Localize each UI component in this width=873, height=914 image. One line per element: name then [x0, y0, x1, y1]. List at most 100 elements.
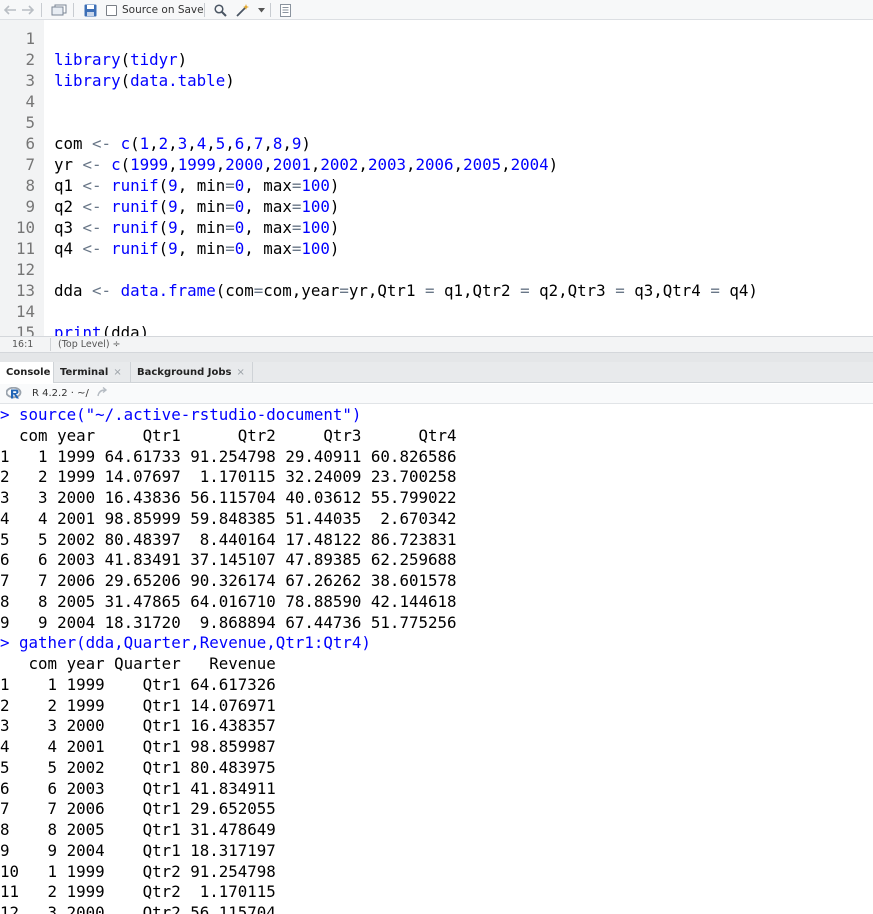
line-number: 8: [25, 176, 35, 195]
goto-dir-arrow-icon[interactable]: [97, 386, 109, 401]
status-divider: [50, 338, 51, 351]
save-icon[interactable]: [82, 2, 98, 18]
code-text: library(data.table): [54, 71, 235, 90]
console-output-line: com year Qtr1 Qtr2 Qtr3 Qtr4: [0, 425, 457, 445]
code-line[interactable]: 13 dda <- data.frame(com=com,year=yr,Qtr1…: [0, 280, 873, 301]
line-number: 7: [25, 155, 35, 174]
code-line[interactable]: 12: [0, 259, 873, 280]
console-command: > source("~/.active-rstudio-document"): [0, 405, 362, 424]
console-output-line: 3 3 2000 16.43836 56.115704 40.03612 55.…: [0, 488, 457, 507]
toolbar-divider: [73, 3, 74, 17]
toolbar-divider: [270, 3, 271, 17]
line-number: 15: [15, 323, 35, 336]
line-number: 11: [15, 239, 35, 258]
code-line[interactable]: 8 q1 <- runif(9, min=0, max=100): [0, 175, 873, 196]
dropdown-caret-icon[interactable]: [256, 2, 266, 18]
console-header: R 4.2.2 · ~/: [0, 384, 873, 404]
editor-toolbar: Source on Save: [0, 0, 873, 20]
console-output-line: 5 5 2002 Qtr1 80.483975: [0, 757, 276, 777]
console-tab-bar: Console Terminal × Background Jobs ×: [0, 362, 873, 383]
console-output-line: 2 2 1999 Qtr1 14.076971: [0, 695, 276, 715]
toolbar-divider: [41, 3, 42, 17]
document-outline-icon[interactable]: [278, 2, 292, 18]
line-number: 2: [25, 50, 35, 69]
line-number: 13: [15, 281, 35, 300]
line-number: 14: [15, 302, 35, 321]
console-output-line: 3 3 2000 Qtr1 16.438357: [0, 716, 276, 736]
code-text: q3 <- runif(9, min=0, max=100): [54, 218, 340, 237]
code-text: com <- c(1,2,3,4,5,6,7,8,9): [54, 134, 311, 153]
tab-background-jobs[interactable]: Background Jobs ×: [131, 362, 253, 383]
tab-terminal[interactable]: Terminal ×: [54, 362, 131, 383]
r-version: R 4.2.2 · ~/: [32, 388, 89, 399]
toolbar-divider: [204, 3, 205, 17]
code-text: print(dda): [54, 323, 150, 336]
line-number: 10: [15, 218, 35, 237]
search-icon[interactable]: [212, 2, 228, 18]
code-text: dda <- data.frame(com=com,year=yr,Qtr1 =…: [54, 281, 758, 300]
console-output-line: 2 2 1999 14.07697 1.170115 32.24009 23.7…: [0, 467, 457, 487]
console-output-line: 7 7 2006 Qtr1 29.652055: [0, 799, 276, 819]
magic-wand-icon[interactable]: [234, 2, 252, 18]
code-line[interactable]: 9 q2 <- runif(9, min=0, max=100): [0, 196, 873, 217]
console-output-line: 11 2 1999 Qtr2 1.170115: [0, 882, 276, 902]
tab-label: Terminal: [60, 367, 109, 378]
cursor-position: 16:1: [12, 339, 34, 350]
console-output-line: 7 7 2006 29.65206 90.326174 67.26262 38.…: [0, 571, 457, 590]
console-output-line: 10 1 1999 Qtr2 91.254798: [0, 861, 276, 881]
r-logo-icon: [5, 386, 22, 399]
console-output-line: 4 4 2001 Qtr1 98.859987: [0, 737, 276, 756]
source-on-save-checkbox[interactable]: [104, 2, 118, 18]
console-output-line: 9 9 2004 Qtr1 18.317197: [0, 840, 276, 860]
code-text: library(tidyr): [54, 50, 188, 69]
scope-selector[interactable]: (Top Level) ÷: [58, 339, 121, 350]
code-line[interactable]: 6 com <- c(1,2,3,4,5,6,7,8,9): [0, 133, 873, 154]
line-number: 3: [25, 71, 35, 90]
code-text: yr <- c(1999,1999,2000,2001,2002,2003,20…: [54, 155, 559, 174]
code-text: q4 <- runif(9, min=0, max=100): [54, 239, 340, 258]
line-number: 1: [25, 29, 35, 48]
console-output-line: 8 8 2005 31.47865 64.016710 78.88590 42.…: [0, 591, 457, 611]
source-on-save-label: Source on Save: [122, 4, 204, 16]
line-number: 12: [15, 260, 35, 279]
console-output-line: 9 9 2004 18.31720 9.868894 67.44736 51.7…: [0, 612, 457, 632]
tab-console[interactable]: Console: [0, 362, 54, 383]
code-line[interactable]: 1: [0, 28, 873, 49]
code-text: q1 <- runif(9, min=0, max=100): [54, 176, 340, 195]
console-output-line: 1 1 1999 Qtr1 64.617326: [0, 674, 276, 694]
code-line[interactable]: 14: [0, 301, 873, 322]
tab-label: Console: [6, 367, 51, 378]
code-line[interactable]: 3 library(data.table): [0, 70, 873, 91]
line-number: 9: [25, 197, 35, 216]
console-output-line: com year Quarter Revenue: [0, 654, 276, 673]
console-output-line: 6 6 2003 Qtr1 41.834911: [0, 778, 276, 798]
code-line[interactable]: 7 yr <- c(1999,1999,2000,2001,2002,2003,2…: [0, 154, 873, 175]
code-line[interactable]: 15 print(dda): [0, 322, 873, 336]
show-in-window-icon[interactable]: [50, 2, 68, 18]
source-editor[interactable]: 1 2 library(tidyr) 3 library(data.table) 4 5 6 c…: [0, 20, 873, 336]
editor-status-bar: 16:1 (Top Level) ÷: [0, 336, 873, 353]
line-number: 5: [25, 113, 35, 132]
console-output-line: 8 8 2005 Qtr1 31.478649: [0, 820, 276, 839]
console-output-line: 1 1 1999 64.61733 91.254798 29.40911 60.…: [0, 446, 457, 466]
line-number: 4: [25, 92, 35, 111]
console-output-line: 4 4 2001 98.85999 59.848385 51.44035 2.6…: [0, 508, 457, 528]
code-text: q2 <- runif(9, min=0, max=100): [54, 197, 340, 216]
console-command: > gather(dda,Quarter,Revenue,Qtr1:Qtr4): [0, 633, 371, 653]
close-icon[interactable]: ×: [237, 367, 245, 378]
line-number: 6: [25, 134, 35, 153]
back-arrow-icon[interactable]: [3, 2, 17, 18]
console-output-line: 12 3 2000 Qtr2 56.115704: [0, 903, 276, 914]
code-line[interactable]: 2 library(tidyr): [0, 49, 873, 70]
tab-label: Background Jobs: [137, 367, 232, 378]
pane-splitter[interactable]: [0, 353, 873, 362]
code-line[interactable]: 11 q4 <- runif(9, min=0, max=100): [0, 238, 873, 259]
forward-arrow-icon[interactable]: [20, 2, 34, 18]
close-icon[interactable]: ×: [113, 367, 121, 378]
code-line[interactable]: 10 q3 <- runif(9, min=0, max=100): [0, 217, 873, 238]
code-line[interactable]: 5: [0, 112, 873, 133]
code-line[interactable]: 4: [0, 91, 873, 112]
console-output-line: 5 5 2002 80.48397 8.440164 17.48122 86.7…: [0, 529, 457, 549]
console-output-line: 6 6 2003 41.83491 37.145107 47.89385 62.…: [0, 550, 457, 570]
console-output[interactable]: > source("~/.active-rstudio-document") c…: [0, 404, 873, 914]
